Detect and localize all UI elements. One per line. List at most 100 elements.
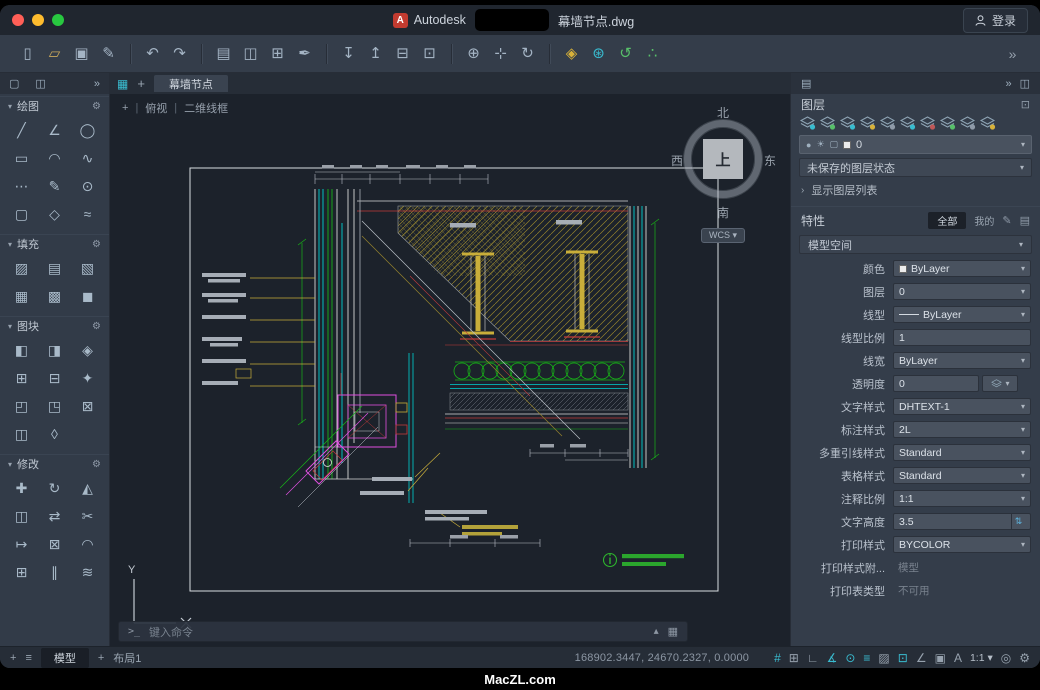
layer-translator-icon[interactable]: ⊛ [585,46,612,61]
create-block-icon[interactable]: ◨ [38,336,71,364]
etransmit-icon[interactable]: ⊟ [389,46,416,61]
layer-state-icon[interactable] [839,116,856,130]
orbit-icon[interactable]: ↻ [514,46,541,61]
undo-icon[interactable]: ↶ [139,46,166,61]
gear-icon[interactable]: ⚙ [92,321,101,332]
drawing-canvas[interactable]: + | 俯视 | 二维线框 北 西 东 南 上 WCS ▾ [110,94,790,646]
offset-icon[interactable]: ∥ [38,558,71,586]
insert-file-icon[interactable]: ↧ [335,46,362,61]
panel-options-icon[interactable]: ◫ [1020,77,1030,90]
ortho-mode-icon[interactable]: ∟ [807,651,819,665]
dropdown-arrow-icon[interactable]: ▾ [1021,425,1025,434]
isolate-objects-icon[interactable]: ◎ [1001,651,1011,665]
login-button[interactable]: 登录 [963,8,1028,33]
extend-icon[interactable]: ↦ [5,530,38,558]
tab-model[interactable]: 模型 [41,648,89,668]
panel-undock-icon[interactable]: ⊡ [1021,98,1030,111]
move-icon[interactable]: ✚ [5,474,38,502]
dropdown-arrow-icon[interactable]: ▾ [1021,540,1025,549]
arc-icon[interactable]: ◠ [38,144,71,172]
section-header-hatch[interactable]: ▾填充⚙ [0,234,109,253]
edit-attributes-icon[interactable]: ◰ [5,392,38,420]
zoom-button[interactable] [52,14,64,26]
export-file-icon[interactable]: ↥ [362,46,389,61]
prop-select-lineweight[interactable]: ByLayer▾ [893,352,1031,369]
zoom-icon[interactable]: ⊕ [460,46,487,61]
save-as-icon[interactable]: ✎ [95,46,122,61]
command-history-icon[interactable]: ▴ [654,626,659,637]
close-button[interactable] [12,14,24,26]
layer-off-icon[interactable] [919,116,936,130]
dropdown-arrow-icon[interactable]: ▾ [1021,471,1025,480]
add-panel-button[interactable]: + [10,652,16,664]
layer-lock-icon[interactable] [979,116,996,130]
hatch-pattern-icon[interactable]: ▤ [38,254,71,282]
gear-icon[interactable]: ⚙ [92,239,101,250]
prop-input-text-height[interactable]: 3.5⇅ [893,513,1031,530]
dropdown-arrow-icon[interactable]: ▾ [1021,356,1025,365]
rotate-icon[interactable]: ↻ [38,474,71,502]
prop-select-dim-style[interactable]: 2L▾ [893,421,1031,438]
layer-isolate-icon[interactable] [859,116,876,130]
rounded-rectangle-icon[interactable]: ▢ [5,200,38,228]
collapse-icon[interactable]: ▾ [8,240,12,249]
dropdown-arrow-icon[interactable]: ▾ [1021,287,1025,296]
annotation-visibility-icon[interactable]: A [954,651,962,665]
toolbar-overflow-icon[interactable]: » [999,47,1026,61]
prop-select-color[interactable]: ByLayer▾ [893,260,1031,277]
pick-box-icon[interactable]: ▢ [9,77,19,90]
chevron-down-icon[interactable]: ▾ [1019,240,1023,249]
array-icon[interactable]: ⊞ [5,558,38,586]
stretch-icon[interactable]: ⇄ [38,502,71,530]
prop-select-linetype[interactable]: ByLayer▾ [893,306,1031,323]
gear-icon[interactable]: ⚙ [92,459,101,470]
object-snap-icon[interactable]: ⊙ [845,651,855,665]
panel-overflow-icon[interactable]: » [94,78,100,90]
share-icon[interactable]: ∴ [639,46,666,61]
section-header-draw[interactable]: ▾绘图⚙ [0,96,109,115]
layer-states-dropdown[interactable]: 未保存的图层状态 ▾ [799,158,1032,177]
trim-icon[interactable]: ✂ [71,502,104,530]
dropdown-arrow-icon[interactable]: ▾ [1021,494,1025,503]
viewcube-top-face[interactable]: 上 [703,139,743,179]
redo-icon[interactable]: ↷ [166,46,193,61]
pan-icon[interactable]: ⊹ [487,46,514,61]
gear-icon[interactable]: ⚙ [92,101,101,112]
selection-window-icon[interactable]: ◫ [35,77,45,90]
layer-match-icon[interactable] [939,116,956,130]
revision-cloud-icon[interactable]: ≈ [71,200,104,228]
point-icon[interactable]: ⊙ [71,172,104,200]
add-layout-button[interactable]: + [98,652,104,664]
circle-icon[interactable]: ◯ [71,116,104,144]
section-header-modify[interactable]: ▾修改⚙ [0,454,109,473]
panel-overflow-icon[interactable]: » [1005,78,1011,90]
collapse-icon[interactable]: ▾ [8,460,12,469]
hatch-angle-icon[interactable]: ▧ [71,254,104,282]
save-file-icon[interactable]: ▣ [68,46,95,61]
layer-freeze-icon[interactable] [899,116,916,130]
new-layer-icon[interactable] [819,116,836,130]
annotation-scale-control[interactable]: 1:1 ▾ [970,652,993,664]
view-cube[interactable]: 北 西 东 南 上 WCS ▾ [668,104,778,254]
viewport-style-control[interactable]: 二维线框 [184,100,228,116]
chevron-down-icon[interactable]: ▾ [1020,163,1024,172]
selection-cycling-icon[interactable]: ▣ [935,651,946,665]
cad-standards-icon[interactable]: ◈ [558,46,585,61]
mirror-icon[interactable]: ◭ [71,474,104,502]
hatch-icon[interactable]: ▨ [5,254,38,282]
tab-overview-icon[interactable]: ▦ [117,77,128,91]
document-tab-active[interactable]: 幕墙节点 [154,75,228,92]
page-setup-icon[interactable]: ⊞ [264,46,291,61]
boundary-icon[interactable]: ▦ [5,282,38,310]
fillet-icon[interactable]: ◠ [71,530,104,558]
snap-mode-icon[interactable]: ⊞ [789,651,799,665]
block-editor-icon[interactable]: ◈ [71,336,104,364]
pickadd-icon[interactable]: ▤ [1020,214,1030,227]
viewcube-south[interactable]: 南 [717,204,729,221]
command-input[interactable]: 键入命令 [149,624,193,640]
menu-icon[interactable]: ≡ [25,652,31,664]
plot-style-icon[interactable]: ✒ [291,46,318,61]
layers-panel-icon[interactable]: ▤ [801,77,811,90]
gradient-icon[interactable]: ▩ [38,282,71,310]
grid-display-icon[interactable]: # [774,651,781,665]
